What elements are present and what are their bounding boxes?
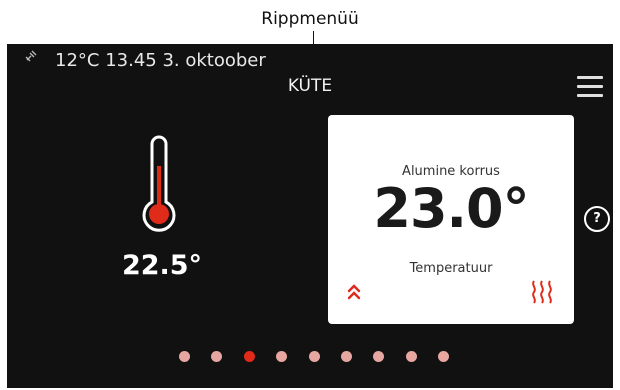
pagination-dot[interactable]	[373, 351, 385, 362]
help-button[interactable]: ?	[584, 206, 610, 232]
device-screen: 12°C 13.45 3. oktoober KÜTE 22.5° Alumin…	[7, 44, 613, 388]
heat-waves-icon	[528, 279, 556, 305]
callout-leader-line	[313, 31, 314, 45]
double-chevron-up-icon[interactable]	[346, 283, 362, 301]
pagination-dot[interactable]	[276, 351, 288, 362]
pagination-dot[interactable]	[179, 351, 190, 362]
hamburger-menu-icon[interactable]	[577, 76, 603, 98]
callout-annotation: Rippmenüü	[0, 0, 620, 45]
page-title: KÜTE	[287, 76, 333, 96]
zone-card[interactable]: Alumine korrus 23.0° Temperatuur	[328, 115, 574, 324]
pagination-dot[interactable]	[438, 351, 450, 362]
current-temperature: 22.5°	[121, 250, 203, 281]
pagination-dot[interactable]	[243, 351, 255, 362]
callout-label: Rippmenüü	[261, 9, 359, 29]
zone-temperature: 23.0°	[373, 177, 529, 240]
pagination-dot[interactable]	[211, 351, 223, 362]
thermometer-icon	[139, 132, 179, 236]
satellite-icon	[25, 50, 41, 65]
pagination-dot[interactable]	[308, 351, 320, 362]
status-text: 12°C 13.45 3. oktoober	[55, 50, 266, 71]
zone-label: Temperatuur	[409, 261, 493, 276]
pagination-dot[interactable]	[405, 351, 417, 362]
pagination-dot[interactable]	[341, 351, 352, 362]
status-bar: 12°C 13.45 3. oktoober	[25, 50, 266, 71]
